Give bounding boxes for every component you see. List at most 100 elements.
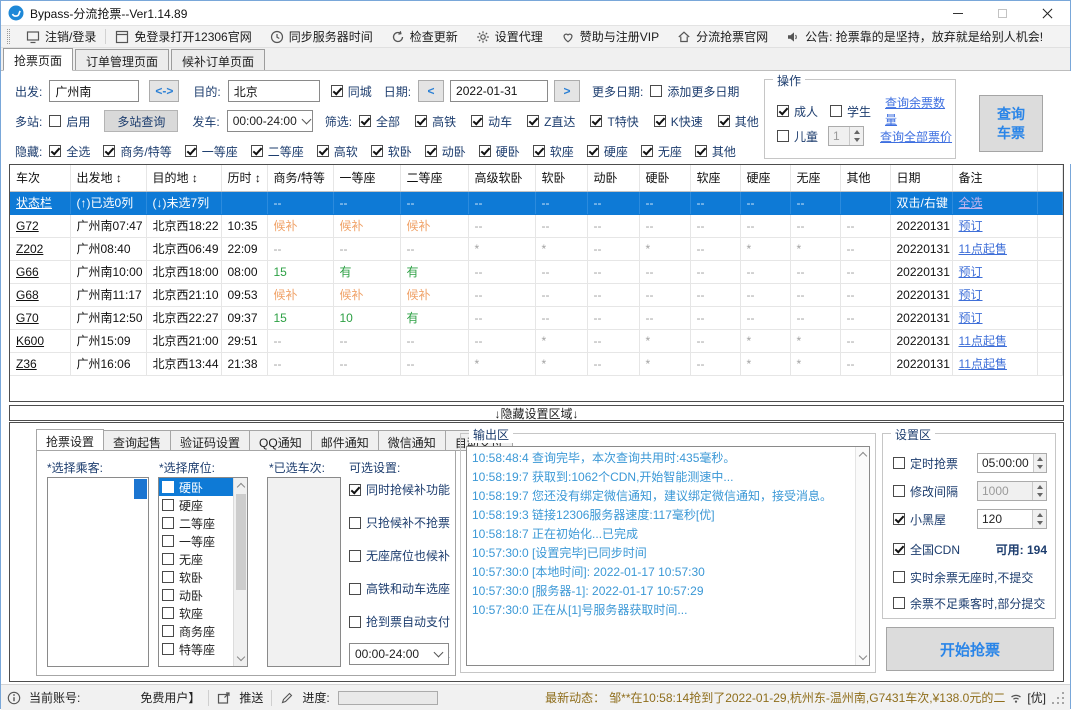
note-link[interactable]: 全选 (959, 196, 983, 210)
seat-option[interactable]: 特等座 (159, 640, 233, 658)
query-remaining-link[interactable]: 查询余票数量 (885, 94, 955, 128)
filter-checkbox-3[interactable]: Z直达 (527, 113, 575, 130)
hide-checkbox-8[interactable]: 软座 (532, 143, 574, 160)
selected-trains-listbox[interactable] (267, 477, 341, 667)
settings-tab-2[interactable]: 验证码设置 (171, 430, 251, 451)
seat-option[interactable]: 商务座 (159, 622, 233, 640)
column-header[interactable]: 二等座 (400, 165, 469, 192)
config-spinner-2[interactable]: 120 (977, 509, 1047, 529)
note-link[interactable]: 预订 (959, 311, 983, 325)
column-header[interactable]: 其他 (840, 165, 891, 192)
passenger-listbox[interactable] (47, 477, 149, 667)
column-header[interactable]: 硬卧 (639, 165, 691, 192)
table-row[interactable]: Z202 广州08:40 北京西06:49 22:09 -- -- -- * * -- * -- * * -… (10, 237, 1063, 261)
seat-listbox[interactable]: 硬卧 硬座 二等座 一等座 无座 软卧 动卧 软座 商务座 特等座 (158, 477, 248, 667)
column-header[interactable]: 出发地 ↕ (70, 165, 147, 192)
seat-option[interactable]: 无座 (159, 550, 233, 568)
hide-checkbox-7[interactable]: 硬卧 (478, 143, 520, 160)
train-link[interactable]: Z202 (16, 242, 43, 256)
train-link[interactable]: K600 (16, 334, 44, 348)
grab-option-4[interactable]: 抢到票自动支付 (349, 613, 455, 630)
hide-checkbox-6[interactable]: 动卧 (424, 143, 466, 160)
toolbar-grip[interactable] (7, 29, 10, 44)
settings-tab-0[interactable]: 抢票设置 (36, 429, 105, 452)
output-scrollbar[interactable] (855, 447, 869, 665)
no-seat-no-submit-checkbox[interactable]: 实时余票无座时,不提交 (893, 569, 1047, 586)
train-link[interactable]: G68 (16, 288, 39, 302)
column-header[interactable]: 历时 ↕ (221, 165, 268, 192)
note-link[interactable]: 11点起售 (959, 334, 1007, 348)
column-header[interactable]: 动卧 (587, 165, 640, 192)
output-log[interactable]: 10:58:48:4 查询完毕，本次查询共用时:435毫秒。 10:58:19:7… (466, 446, 870, 666)
train-link[interactable]: G70 (16, 311, 39, 325)
hide-checkbox-0[interactable]: 全选 (49, 143, 90, 160)
hide-checkbox-1[interactable]: 商务/特等 (103, 143, 172, 160)
filter-checkbox-4[interactable]: T特快 (590, 113, 639, 130)
train-link[interactable]: G72 (16, 219, 39, 233)
config-checkbox-0[interactable]: 定时抢票 (893, 455, 977, 472)
column-header[interactable]: 备注 (952, 165, 1038, 192)
train-link[interactable]: G66 (16, 265, 39, 279)
scroll-down-icon[interactable] (236, 652, 246, 662)
toolbar-check-update[interactable]: 检查更新 (382, 28, 467, 45)
student-checkbox[interactable]: 学生 (830, 103, 871, 120)
settings-tab-1[interactable]: 查询起售 (104, 430, 172, 451)
note-link[interactable]: 预订 (959, 288, 983, 302)
note-link[interactable]: 预订 (959, 219, 983, 233)
grab-option-0[interactable]: 同时抢候补功能 (349, 481, 455, 498)
minimize-button[interactable] (935, 1, 980, 25)
child-checkbox[interactable]: 儿童 (777, 128, 818, 145)
resize-grip[interactable] (1052, 691, 1064, 704)
toolbar-set-proxy[interactable]: 设置代理 (467, 28, 552, 45)
adult-checkbox[interactable]: 成人 (777, 103, 818, 120)
column-header[interactable]: 软卧 (535, 165, 588, 192)
toolbar-sync-time[interactable]: 同步服务器时间 (261, 28, 382, 45)
seat-scrollbar[interactable] (233, 478, 247, 666)
cdn-checkbox[interactable]: 全国CDN (893, 541, 996, 558)
status-row[interactable]: 状态栏 (↑)已选0列 (↓)未选7列 -- -- -- -- -- -- -- -- -- -- 双击/… (10, 191, 1063, 215)
multi-query-button[interactable]: 多站查询 (104, 110, 179, 132)
column-header[interactable]: 硬座 (740, 165, 791, 192)
config-spinner-0[interactable]: 05:00:00 (977, 453, 1047, 473)
settings-tab-3[interactable]: QQ通知 (250, 430, 312, 451)
filter-checkbox-6[interactable]: 其他 (717, 113, 759, 130)
scroll-up-icon[interactable] (236, 482, 246, 492)
hide-checkbox-4[interactable]: 高软 (316, 143, 358, 160)
settings-tab-4[interactable]: 邮件通知 (311, 430, 379, 451)
column-header[interactable]: 车次 (10, 165, 71, 192)
filter-checkbox-5[interactable]: K快速 (653, 113, 703, 130)
grab-option-1[interactable]: 只抢候补不抢票 (349, 514, 455, 531)
seat-option[interactable]: 一等座 (159, 532, 233, 550)
hide-checkbox-11[interactable]: 其他 (694, 143, 736, 160)
config-spinner-1[interactable]: 1000 (977, 481, 1047, 501)
note-link[interactable]: 11点起售 (959, 242, 1007, 256)
table-row[interactable]: G68 广州南11:17 北京西21:10 09:53 候补 候补 候补 -- -- -- -- --… (10, 283, 1063, 307)
dest-input[interactable]: 北京 (227, 80, 320, 102)
hide-checkbox-9[interactable]: 硬座 (586, 143, 628, 160)
note-link[interactable]: 11点起售 (959, 357, 1007, 371)
table-row[interactable]: K600 广州15:09 北京西21:00 29:51 -- -- -- -- * -- * -- * *… (10, 329, 1063, 353)
filter-checkbox-0[interactable]: 全部 (359, 113, 400, 130)
multi-enable-checkbox[interactable]: 启用 (49, 113, 90, 130)
swap-stations-button[interactable]: <-> (149, 80, 180, 102)
date-input[interactable]: 2022-01-31 (450, 80, 549, 102)
column-header[interactable]: 目的地 ↕ (146, 165, 222, 192)
passenger-scrollbar-thumb[interactable] (134, 479, 147, 499)
maximize-button[interactable] (980, 1, 1025, 25)
hide-checkbox-2[interactable]: 一等座 (184, 143, 238, 160)
next-date-button[interactable]: > (554, 80, 581, 102)
seat-option[interactable]: 动卧 (159, 586, 233, 604)
scroll-up-icon[interactable] (858, 451, 868, 461)
column-header[interactable]: 一等座 (333, 165, 401, 192)
toolbar-open-12306[interactable]: 免登录打开12306官网 (106, 28, 260, 45)
depart-time-select[interactable]: 00:00-24:00 (226, 110, 313, 132)
seat-option[interactable]: 硬卧 (159, 478, 233, 496)
column-header[interactable]: 无座 (790, 165, 841, 192)
train-link[interactable]: Z36 (16, 357, 37, 371)
config-checkbox-1[interactable]: 修改间隔 (893, 483, 977, 500)
config-checkbox-2[interactable]: 小黑屋 (893, 511, 977, 528)
grab-time-range-select[interactable]: 00:00-24:00 (349, 643, 449, 665)
filter-checkbox-1[interactable]: 高铁 (415, 113, 456, 130)
push-label[interactable]: 推送 (239, 689, 263, 706)
column-header[interactable]: 日期 (890, 165, 953, 192)
